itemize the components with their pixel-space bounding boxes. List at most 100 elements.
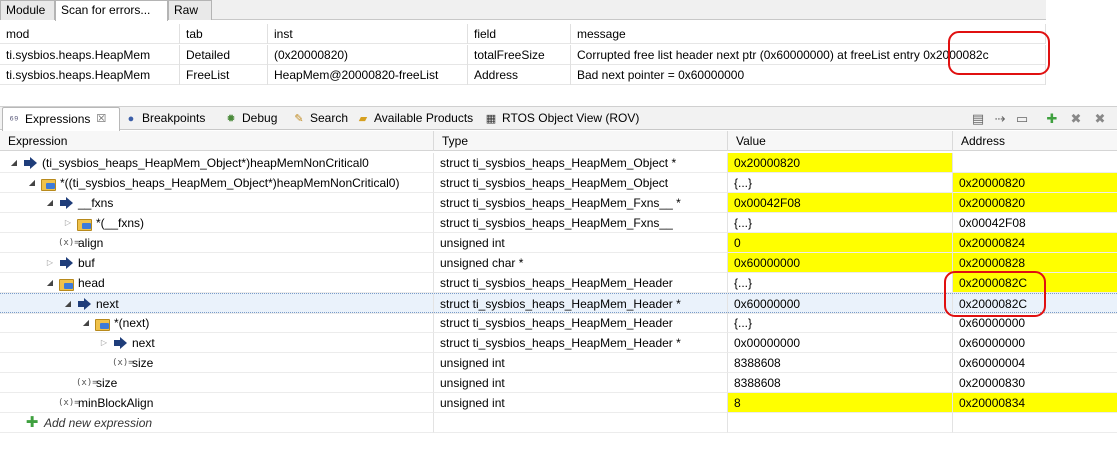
address-cell: 0x20000834 (953, 393, 1117, 413)
tab-available-products[interactable]: ▰ Available Products (356, 107, 473, 130)
address-cell: 0x20000820 (953, 193, 1117, 213)
breakpoints-icon: ● (127, 112, 135, 125)
value-cell[interactable]: {...} (728, 173, 953, 193)
expression-row[interactable]: ◢ head struct ti_sysbios_heaps_HeapMem_Hea… (0, 273, 1117, 293)
column-header-address[interactable]: Address (953, 131, 1117, 151)
address-cell: 0x20000824 (953, 233, 1117, 253)
expression-row[interactable]: (x)= align unsigned int 0 0x20000824 (0, 233, 1117, 253)
expression-row[interactable]: ◢ next struct ti_sysbios_heaps_HeapMem_Hea… (0, 293, 1117, 314)
expression-row[interactable]: ◢ __fxns struct ti_sysbios_heaps_HeapMem_F… (0, 193, 1117, 213)
expression-cell: (x)= minBlockAlign (0, 393, 434, 413)
expand-toggle-icon[interactable]: ◢ (8, 153, 20, 172)
expand-toggle-icon[interactable]: ◢ (44, 273, 56, 292)
expand-toggle-icon[interactable]: ◢ (44, 193, 56, 212)
table-row[interactable]: ti.sysbios.heaps.HeapMem FreeList HeapMe… (0, 65, 1046, 85)
column-header-field[interactable]: field (468, 24, 571, 44)
add-expression-label[interactable]: Add new expression (44, 413, 152, 432)
expand-toggle-icon[interactable]: ◢ (26, 173, 38, 192)
value-cell[interactable]: 0 (728, 233, 953, 253)
expression-row[interactable]: ▷ *(__fxns) struct ti_sysbios_heaps_HeapMe… (0, 213, 1117, 233)
value-cell[interactable]: 0x00000000 (728, 333, 953, 353)
column-header-type[interactable]: Type (434, 131, 728, 151)
close-icon[interactable]: ☒ (96, 108, 106, 131)
expressions-header-row: Expression Type Value Address (0, 131, 1117, 151)
value-cell[interactable]: {...} (728, 273, 953, 293)
expression-cell: ◢ __fxns (0, 193, 434, 213)
collapse-all-icon[interactable]: ▤ (970, 111, 986, 127)
expand-toggle-icon[interactable]: ◢ (80, 313, 92, 332)
expression-row[interactable]: (x)= size unsigned int 8388608 0x60000004 (0, 353, 1117, 373)
tab-breakpoints[interactable]: ● Breakpoints (124, 107, 206, 130)
type-cell: unsigned int (434, 393, 728, 413)
expression-row[interactable]: ◢ *(next) struct ti_sysbios_heaps_HeapMem_… (0, 313, 1117, 333)
minimize-icon[interactable]: ▭ (1014, 111, 1030, 127)
cell-inst: HeapMem@20000820-freeList (268, 65, 468, 85)
expression-row[interactable]: ◢ (ti_sysbios_heaps_HeapMem_Object*)heapM… (0, 153, 1117, 173)
add-icon[interactable]: ✚ (1044, 111, 1060, 127)
rov-tab-bar: Module Scan for errors... Raw (0, 0, 1046, 21)
value-cell[interactable]: 0x60000000 (728, 253, 953, 273)
variable-icon: (x)= (58, 238, 80, 248)
value-cell[interactable]: {...} (728, 213, 953, 233)
expression-cell: ◢ next (0, 294, 434, 314)
expand-toggle-icon[interactable]: ▷ (62, 213, 74, 232)
value-cell[interactable]: 0x00042F08 (728, 193, 953, 213)
expand-toggle-icon[interactable]: ◢ (62, 294, 74, 313)
rov-header-row: mod tab inst field message (0, 24, 1046, 44)
column-header-inst[interactable]: inst (268, 24, 468, 44)
cell-inst: (0x20000820) (268, 45, 468, 65)
empty-cell (728, 413, 953, 433)
value-cell[interactable]: 0x60000000 (728, 294, 953, 314)
expression-row[interactable]: (x)= minBlockAlign unsigned int 8 0x20000834 (0, 393, 1117, 413)
add-expression-row[interactable]: ✚ Add new expression (0, 413, 1117, 433)
link-icon[interactable]: ⇢ (992, 111, 1008, 127)
tab-rov[interactable]: ▦ RTOS Object View (ROV) (484, 107, 640, 130)
expression-cell: (x)= size (0, 353, 434, 373)
type-cell: unsigned int (434, 353, 728, 373)
remove-all-icon[interactable]: ✖ (1092, 111, 1108, 127)
expression-row[interactable]: (x)= size unsigned int 8388608 0x20000830 (0, 373, 1117, 393)
value-cell[interactable]: 8388608 (728, 373, 953, 393)
type-cell: struct ti_sysbios_heaps_HeapMem_Header * (434, 333, 728, 353)
expression-cell: (x)= size (0, 373, 434, 393)
rov-panel: Module Scan for errors... Raw mod tab in… (0, 0, 1050, 90)
expand-toggle-icon[interactable]: ▷ (98, 333, 110, 352)
variable-icon: (x)= (76, 378, 98, 388)
column-header-expression[interactable]: Expression (0, 131, 434, 151)
expression-text: __fxns (78, 196, 114, 210)
column-header-value[interactable]: Value (728, 131, 953, 151)
expression-row[interactable]: ▷ next struct ti_sysbios_heaps_HeapMem_Hea… (0, 333, 1117, 353)
expression-cell: ◢ *((ti_sysbios_heaps_HeapMem_Object*)hea… (0, 173, 434, 193)
tab-search[interactable]: ✎ Search (292, 107, 348, 130)
expand-toggle-icon[interactable]: ▷ (44, 253, 56, 272)
tab-scan-for-errors[interactable]: Scan for errors... (55, 0, 168, 21)
expression-row[interactable]: ◢ *((ti_sysbios_heaps_HeapMem_Object*)hea… (0, 173, 1117, 193)
cell-field: totalFreeSize (468, 45, 571, 65)
value-cell[interactable]: 8 (728, 393, 953, 413)
pointer-icon (112, 336, 128, 350)
expression-cell: ▷ next (0, 333, 434, 353)
expression-cell: (x)= align (0, 233, 434, 253)
tab-debug[interactable]: ✹ Debug (224, 107, 277, 130)
table-row[interactable]: ti.sysbios.heaps.HeapMem Detailed (0x200… (0, 45, 1046, 65)
value-cell[interactable]: {...} (728, 313, 953, 333)
address-cell: 0x60000000 (953, 313, 1117, 333)
tab-expressions[interactable]: ⁶⁹ Expressions ☒ (2, 107, 120, 131)
tab-module[interactable]: Module (0, 0, 55, 20)
column-header-mod[interactable]: mod (0, 24, 180, 44)
no-expander (44, 233, 56, 252)
pointer-icon (76, 297, 92, 311)
expression-text: next (96, 297, 119, 311)
column-header-message[interactable]: message (571, 24, 1046, 44)
cell-message: Corrupted free list header next ptr (0x6… (571, 45, 1046, 65)
value-cell[interactable]: 0x20000820 (728, 153, 953, 173)
column-header-tab[interactable]: tab (180, 24, 268, 44)
remove-icon[interactable]: ✖ (1068, 111, 1084, 127)
cell-mod: ti.sysbios.heaps.HeapMem (0, 45, 180, 65)
value-cell[interactable]: 8388608 (728, 353, 953, 373)
tab-raw[interactable]: Raw (168, 0, 212, 20)
view-tab-bar: ⁶⁹ Expressions ☒ ● Breakpoints ✹ Debug ✎… (0, 106, 1117, 131)
address-cell: 0x00042F08 (953, 213, 1117, 233)
expression-cell: ▷ buf (0, 253, 434, 273)
expression-row[interactable]: ▷ buf unsigned char * 0x60000000 0x20000828 (0, 253, 1117, 273)
